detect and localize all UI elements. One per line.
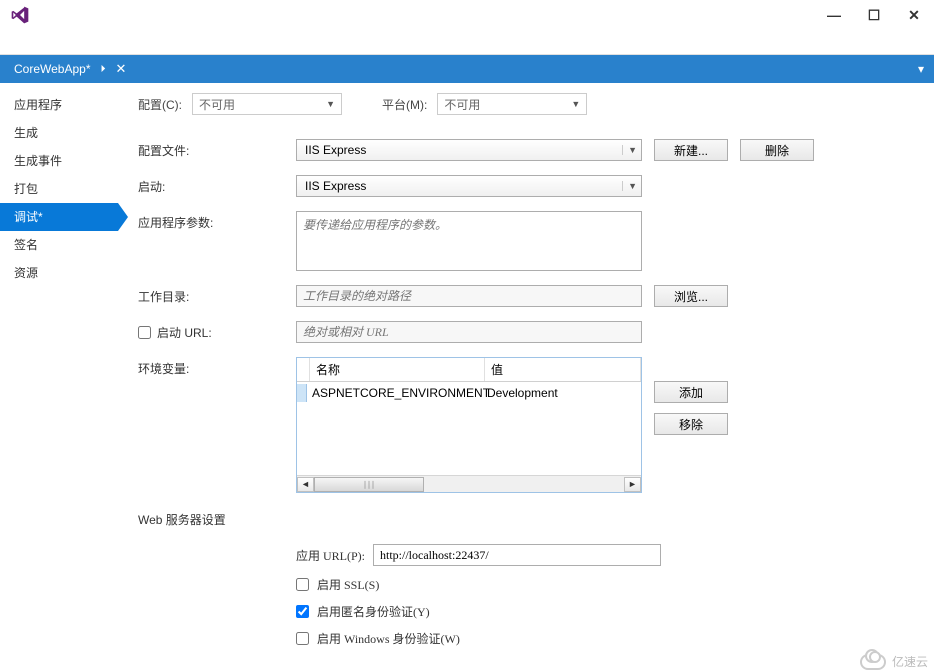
tab-corewebapp[interactable]: CoreWebApp* ⏵ ✕: [0, 55, 136, 83]
profile-dropdown[interactable]: IIS Express ▼: [296, 139, 642, 161]
horizontal-scrollbar[interactable]: ◄ ∣∣∣ ►: [297, 475, 641, 492]
visual-studio-icon: [10, 5, 30, 25]
launch-url-checkbox[interactable]: [138, 326, 151, 339]
env-label: 环境变量:: [138, 357, 296, 377]
watermark: 亿速云: [860, 653, 928, 670]
chevron-down-icon: ▼: [622, 181, 637, 191]
env-table-header: 名称 值: [297, 358, 641, 382]
web-server-section: Web 服务器设置: [138, 511, 914, 528]
add-env-button[interactable]: 添加: [654, 381, 728, 403]
sidebar-item-signing[interactable]: 签名: [0, 231, 118, 259]
sidebar-item-resources[interactable]: 资源: [0, 259, 118, 287]
sidebar-item-package[interactable]: 打包: [0, 175, 118, 203]
sidebar-item-application[interactable]: 应用程序: [0, 91, 118, 119]
profile-label: 配置文件:: [138, 139, 296, 159]
env-col-name[interactable]: 名称: [310, 358, 485, 381]
sidebar: 应用程序 生成 生成事件 打包 调试* 签名 资源: [0, 83, 118, 672]
watermark-text: 亿速云: [892, 653, 928, 670]
sidebar-item-build-events[interactable]: 生成事件: [0, 147, 118, 175]
chevron-down-icon: ▼: [622, 145, 637, 155]
configuration-value: 不可用: [199, 96, 235, 113]
delete-profile-button[interactable]: 删除: [740, 139, 814, 161]
close-button[interactable]: ✕: [900, 5, 928, 25]
app-url-input[interactable]: [373, 544, 661, 566]
main-panel: 配置(C): 不可用 ▼ 平台(M): 不可用 ▼ 配置文件: IIS Expr…: [118, 83, 934, 672]
tab-title: CoreWebApp*: [14, 62, 91, 76]
launch-label: 启动:: [138, 175, 296, 195]
remove-env-button[interactable]: 移除: [654, 413, 728, 435]
enable-ssl-label: 启用 SSL(S): [317, 576, 379, 593]
app-url-label: 应用 URL(P):: [296, 547, 365, 564]
menubar: [0, 30, 934, 55]
workdir-label: 工作目录:: [138, 285, 296, 305]
platform-dropdown[interactable]: 不可用 ▼: [437, 93, 587, 115]
anonymous-auth-label: 启用匿名身份验证(Y): [317, 603, 430, 620]
configuration-label: 配置(C):: [138, 96, 182, 113]
chevron-down-icon: ▼: [326, 99, 335, 109]
scroll-right-button[interactable]: ►: [624, 477, 641, 492]
maximize-button[interactable]: ☐: [860, 5, 888, 25]
app-args-label: 应用程序参数:: [138, 211, 296, 231]
chevron-down-icon: ▼: [571, 99, 580, 109]
profile-value: IIS Express: [305, 143, 366, 157]
launch-url-input: [296, 321, 642, 343]
sidebar-item-debug[interactable]: 调试*: [0, 203, 118, 231]
pin-icon[interactable]: ⏵: [101, 64, 106, 75]
windows-auth-label: 启用 Windows 身份验证(W): [317, 630, 460, 647]
new-profile-button[interactable]: 新建...: [654, 139, 728, 161]
titlebar: — ☐ ✕: [0, 0, 934, 30]
env-name-cell[interactable]: ASPNETCORE_ENVIRONMENT: [306, 384, 481, 402]
launch-url-checkbox-row: 启动 URL:: [138, 321, 296, 341]
cloud-icon: [860, 654, 886, 670]
launch-value: IIS Express: [305, 179, 366, 193]
tab-close-icon[interactable]: ✕: [116, 61, 127, 77]
env-table[interactable]: 名称 值 ASPNETCORE_ENVIRONMENT Development …: [296, 357, 642, 493]
sidebar-item-build[interactable]: 生成: [0, 119, 118, 147]
scroll-left-button[interactable]: ◄: [297, 477, 314, 492]
windows-auth-checkbox[interactable]: [296, 632, 309, 645]
enable-ssl-checkbox[interactable]: [296, 578, 309, 591]
browse-button[interactable]: 浏览...: [654, 285, 728, 307]
env-col-value[interactable]: 值: [485, 358, 641, 381]
tab-overflow-button[interactable]: ▾: [908, 55, 934, 83]
env-value-cell[interactable]: Development: [481, 384, 641, 402]
launch-url-label: 启动 URL:: [157, 324, 212, 341]
tab-strip: CoreWebApp* ⏵ ✕ ▾: [0, 55, 934, 83]
scroll-track[interactable]: ∣∣∣: [314, 477, 624, 492]
anonymous-auth-checkbox[interactable]: [296, 605, 309, 618]
table-row[interactable]: ASPNETCORE_ENVIRONMENT Development: [297, 382, 641, 404]
configuration-dropdown[interactable]: 不可用 ▼: [192, 93, 342, 115]
launch-dropdown[interactable]: IIS Express ▼: [296, 175, 642, 197]
platform-value: 不可用: [444, 96, 480, 113]
app-args-input[interactable]: [296, 211, 642, 271]
minimize-button[interactable]: —: [820, 5, 848, 25]
platform-label: 平台(M):: [382, 96, 427, 113]
scroll-thumb[interactable]: ∣∣∣: [314, 477, 424, 492]
workdir-input[interactable]: [296, 285, 642, 307]
